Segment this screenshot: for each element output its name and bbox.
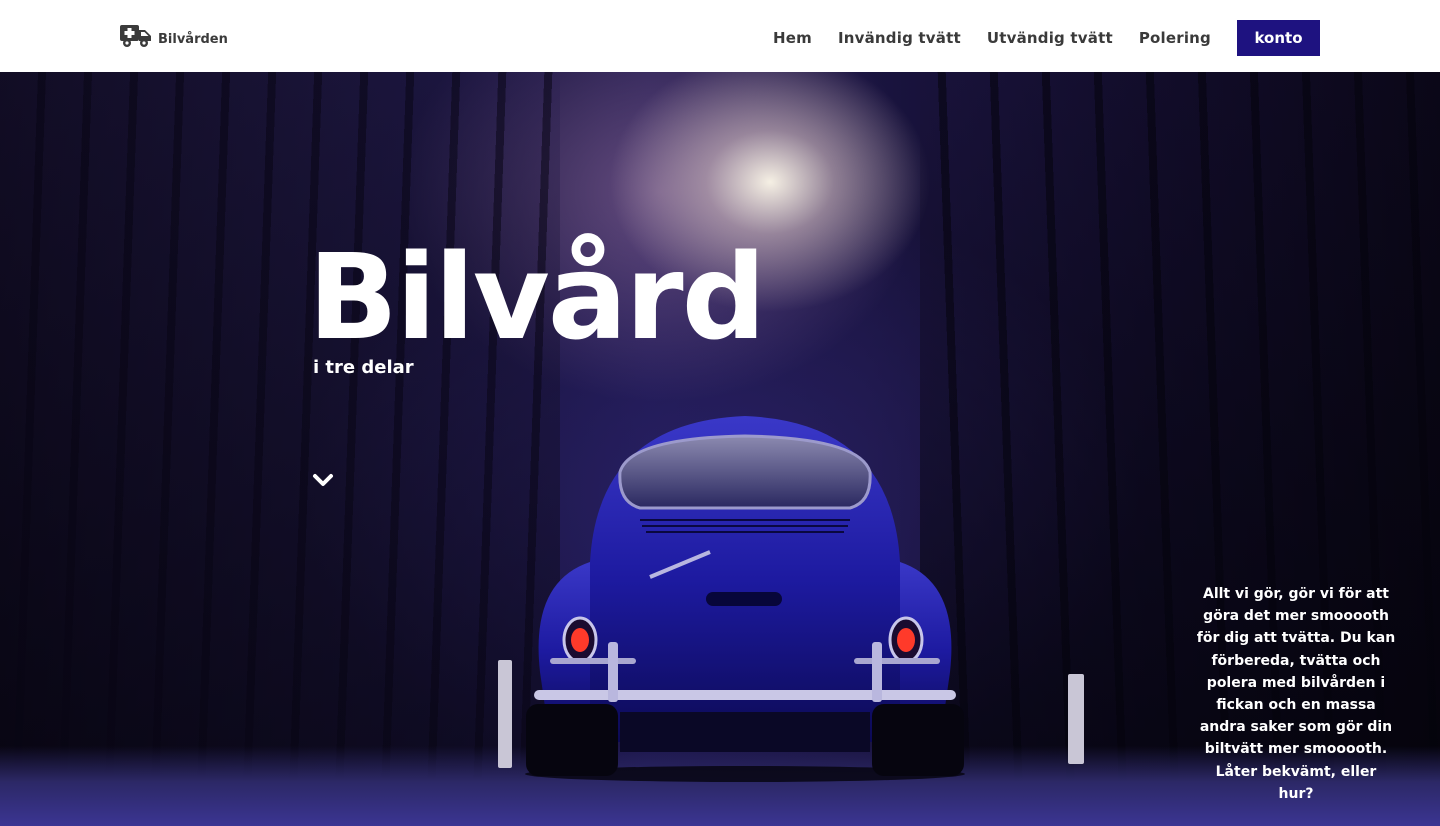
forest-left [0,72,560,826]
hero-description: Allt vi gör, gör vi för att göra det mer… [1196,586,1396,802]
chevron-down-icon[interactable] [312,472,334,491]
nav-link-utvandig-tvatt[interactable]: Utvändig tvätt [987,29,1113,47]
nav-link-invandig-tvatt[interactable]: Invändig tvätt [838,29,961,47]
road-post [1068,674,1084,764]
logo[interactable]: Bilvården [120,22,228,50]
ambulance-icon [120,23,152,49]
hero-subtitle: i tre delar [313,357,414,378]
logo-text: Bilvården [158,31,228,47]
account-button[interactable]: konto [1237,20,1320,56]
hero-title: Bilvård [308,228,766,366]
nav-link-polering[interactable]: Polering [1139,29,1211,47]
main-nav: Hem Invändig tvätt Utvändig tvätt Poleri… [773,20,1320,56]
car-image [520,412,970,786]
hero-section: Bilvård i tre delar Allt vi gör, gör vi … [0,72,1440,826]
site-header: Bilvården Hem Invändig tvätt Utvändig tv… [0,0,1440,72]
nav-link-hem[interactable]: Hem [773,29,812,47]
road-post [498,660,512,768]
